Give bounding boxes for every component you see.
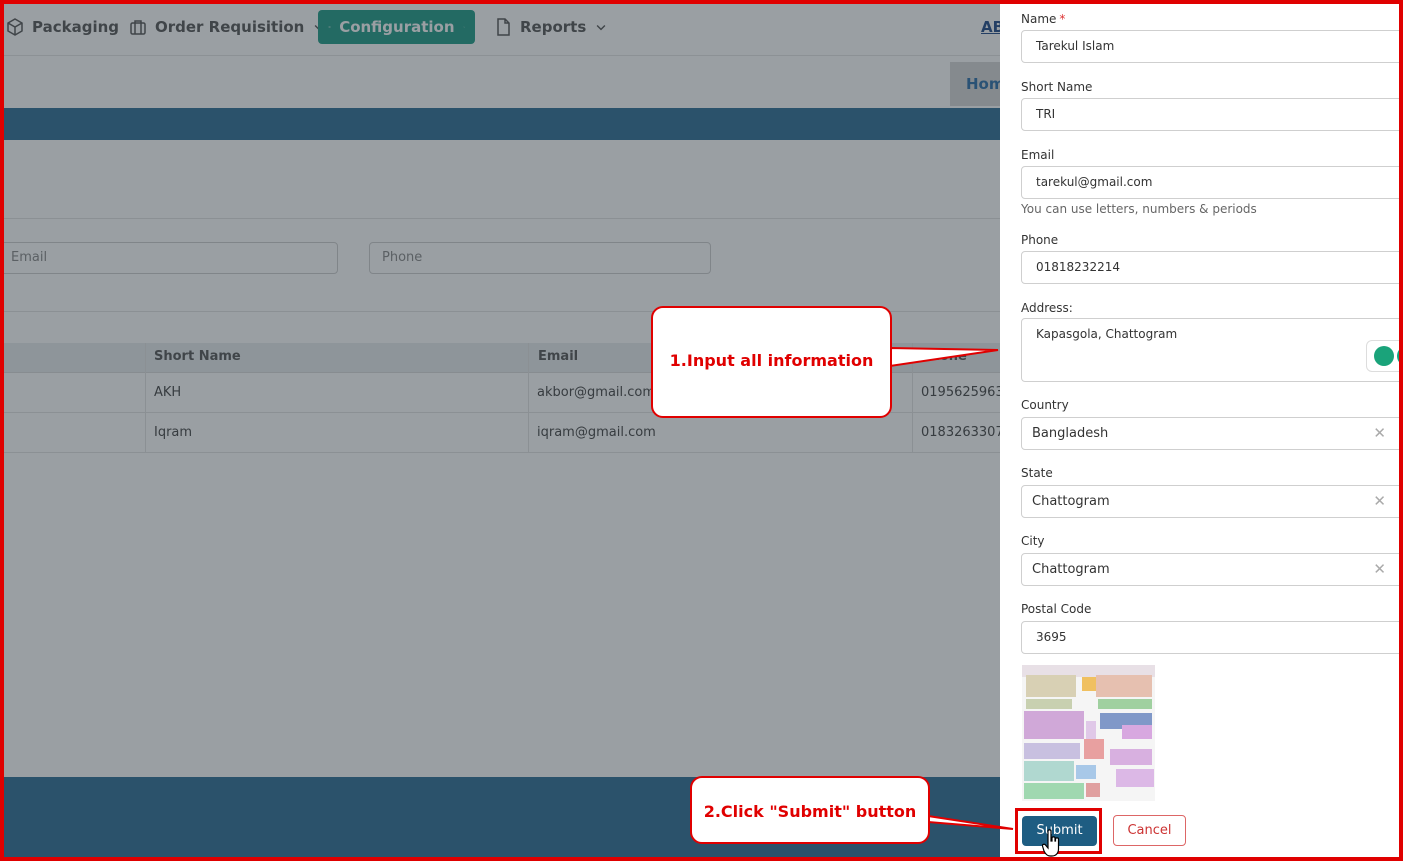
callout-tails xyxy=(889,346,1014,830)
callout-tail-step2 xyxy=(927,814,1014,830)
annotation-step1: 1.Input all information xyxy=(651,306,892,418)
hand-cursor-icon xyxy=(1042,829,1060,857)
callout-tail-step1 xyxy=(889,346,999,368)
annotation-step2: 2.Click "Submit" button xyxy=(690,776,930,844)
